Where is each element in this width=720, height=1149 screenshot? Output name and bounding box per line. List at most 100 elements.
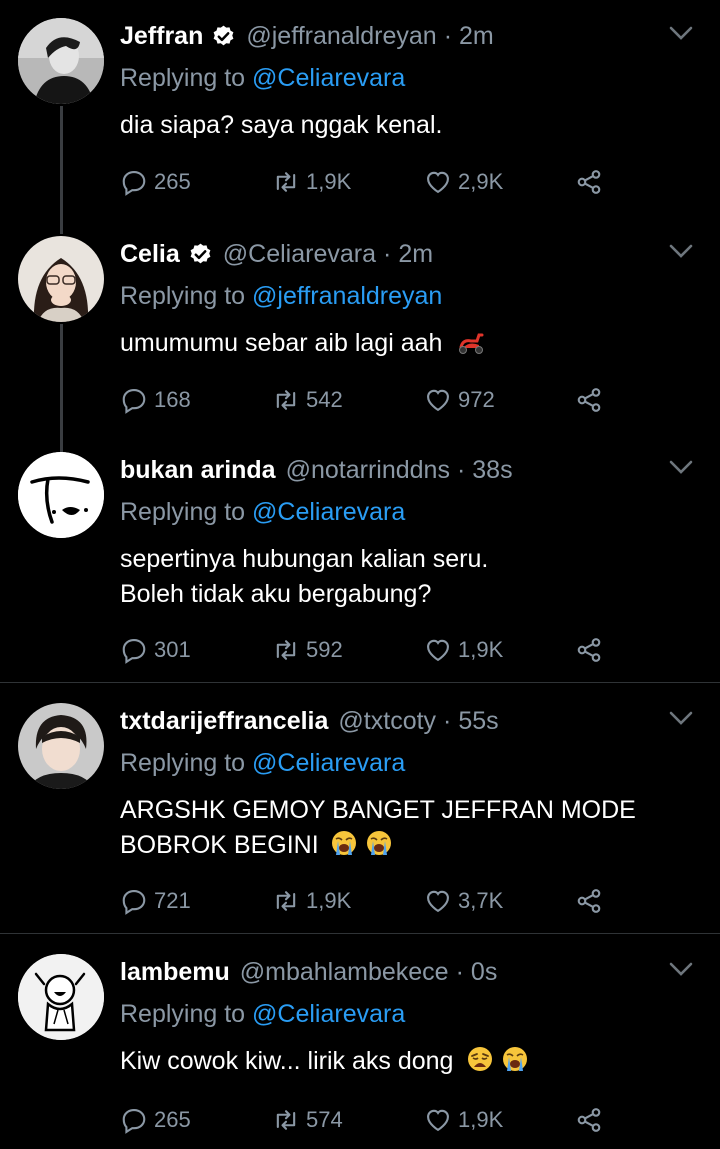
chevron-down-icon[interactable] [668,24,694,42]
username[interactable]: @jeffranaldreyan [246,22,436,51]
display-name[interactable]: txtdarijeffrancelia [120,707,328,736]
retweet-button[interactable]: 1,9K [272,168,351,196]
avatar[interactable] [18,452,104,538]
timestamp[interactable]: 2m [398,240,433,269]
tweet-header: txtdarijeffrancelia @txtcoty · 55s [120,703,499,739]
avatar-image-icon [18,452,104,538]
like-button[interactable]: 2,9K [424,168,503,196]
retweet-icon [276,1110,296,1130]
chevron-down-icon[interactable] [668,709,694,727]
display-name[interactable]: Celia [120,240,180,269]
reply-count: 265 [154,169,191,194]
tweet[interactable]: bukan arinda @notarrinddns · 38s Replyin… [0,452,720,682]
retweet-count: 1,9K [306,169,352,194]
replying-to-link[interactable]: @Celiarevara [252,498,405,526]
share-icon [577,388,601,412]
display-name[interactable]: bukan arinda [120,456,276,485]
tweet-text: sepertinya hubungan kalian seru. Boleh t… [120,542,700,612]
replying-to-label: Replying to [120,749,246,777]
avatar[interactable] [18,954,104,1040]
avatar-image-icon [18,954,104,1040]
replying-to-link[interactable]: @Celiarevara [252,1000,405,1028]
retweet-button[interactable]: 542 [272,386,343,414]
replying-to-link[interactable]: @Celiarevara [252,749,405,777]
reply-button[interactable]: 265 [120,168,191,196]
reply-button[interactable]: 265 [120,1106,191,1134]
share-button[interactable] [575,887,609,915]
replying-to-link[interactable]: @jeffranaldreyan [252,282,442,310]
tweet-text-line-2: BOBROK BEGINI [120,828,700,863]
separator-dot: · [382,239,392,268]
replying-to: Replying to @jeffranaldreyan [120,282,442,311]
reply-button[interactable]: 721 [120,887,191,915]
tweet-text: dia siapa? saya nggak kenal. [120,108,700,143]
share-button[interactable] [575,386,609,414]
reply-button[interactable]: 301 [120,636,191,664]
chevron-down-icon[interactable] [668,242,694,260]
share-button[interactable] [575,1106,609,1134]
tweet-actions: 265 1,9K 2,9K [120,168,620,198]
like-button[interactable]: 1,9K [424,636,503,664]
like-button[interactable]: 3,7K [424,887,503,915]
avatar-image-icon [18,18,104,104]
tweet-text-line: umumumu sebar aib lagi aah [120,329,443,357]
username[interactable]: @notarrinddns [286,456,450,485]
tweet-header: lambemu @mbahlambekece · 0s [120,954,497,990]
retweet-count: 574 [306,1107,343,1132]
tweet-text-line: Boleh tidak aku bergabung? [120,580,432,608]
replying-to: Replying to @Celiarevara [120,498,405,527]
replying-to: Replying to @Celiarevara [120,64,405,93]
retweet-button[interactable]: 574 [272,1106,343,1134]
timestamp[interactable]: 38s [472,456,512,485]
like-icon [427,171,449,194]
tweet-text: ARGSHK GEMOY BANGET JEFFRAN MODE BOBROK … [120,793,700,863]
tweet-text-line: dia siapa? saya nggak kenal. [120,111,443,139]
scooter-emoji-icon [459,333,484,354]
divider [0,933,720,934]
crying-emoji-icon [366,831,391,855]
timestamp[interactable]: 55s [458,707,498,736]
replying-to-label: Replying to [120,498,246,526]
tweet[interactable]: Celia @Celiarevara · 2m Replying to @jef… [0,236,720,436]
chevron-down-icon[interactable] [668,458,694,476]
tweet-text: umumumu sebar aib lagi aah [120,326,700,361]
timestamp[interactable]: 2m [459,22,494,51]
share-icon [577,889,601,913]
like-button[interactable]: 1,9K [424,1106,503,1134]
share-icon [577,1108,601,1132]
retweet-count: 1,9K [306,888,352,913]
avatar[interactable] [18,18,104,104]
like-button[interactable]: 972 [424,386,495,414]
weary-emoji-icon [468,1047,493,1071]
avatar-image-icon [18,236,104,322]
tweet[interactable]: Jeffran @jeffranaldreyan · 2m Replying t… [0,18,720,218]
username[interactable]: @mbahlambekece [240,958,449,987]
tweet-actions: 168 542 972 [120,386,620,416]
tweet[interactable]: lambemu @mbahlambekece · 0s Replying to … [0,954,720,1149]
replying-to-label: Replying to [120,64,246,92]
display-name[interactable]: Jeffran [120,22,203,51]
share-button[interactable] [575,168,609,196]
avatar[interactable] [18,703,104,789]
share-button[interactable] [575,636,609,664]
tweet-header: Jeffran @jeffranaldreyan · 2m [120,18,494,54]
share-icon [577,170,601,194]
username[interactable]: @Celiarevara [223,240,376,269]
username[interactable]: @txtcoty [338,707,436,736]
chevron-down-icon[interactable] [668,960,694,978]
tweet[interactable]: txtdarijeffrancelia @txtcoty · 55s Reply… [0,703,720,933]
reply-icon [122,1109,146,1134]
tweet-text-line: BOBROK BEGINI [120,831,319,859]
retweet-button[interactable]: 1,9K [272,887,351,915]
avatar[interactable] [18,236,104,322]
retweet-icon [276,172,296,192]
tweet-actions: 721 1,9K 3,7K [120,887,620,917]
timestamp[interactable]: 0s [471,958,497,987]
replying-to-link[interactable]: @Celiarevara [252,64,405,92]
avatar-image-icon [18,703,104,789]
display-name[interactable]: lambemu [120,958,230,987]
reply-button[interactable]: 168 [120,386,191,414]
reply-icon [122,639,146,664]
tweet-actions: 301 592 1,9K [120,636,620,666]
retweet-button[interactable]: 592 [272,636,343,664]
